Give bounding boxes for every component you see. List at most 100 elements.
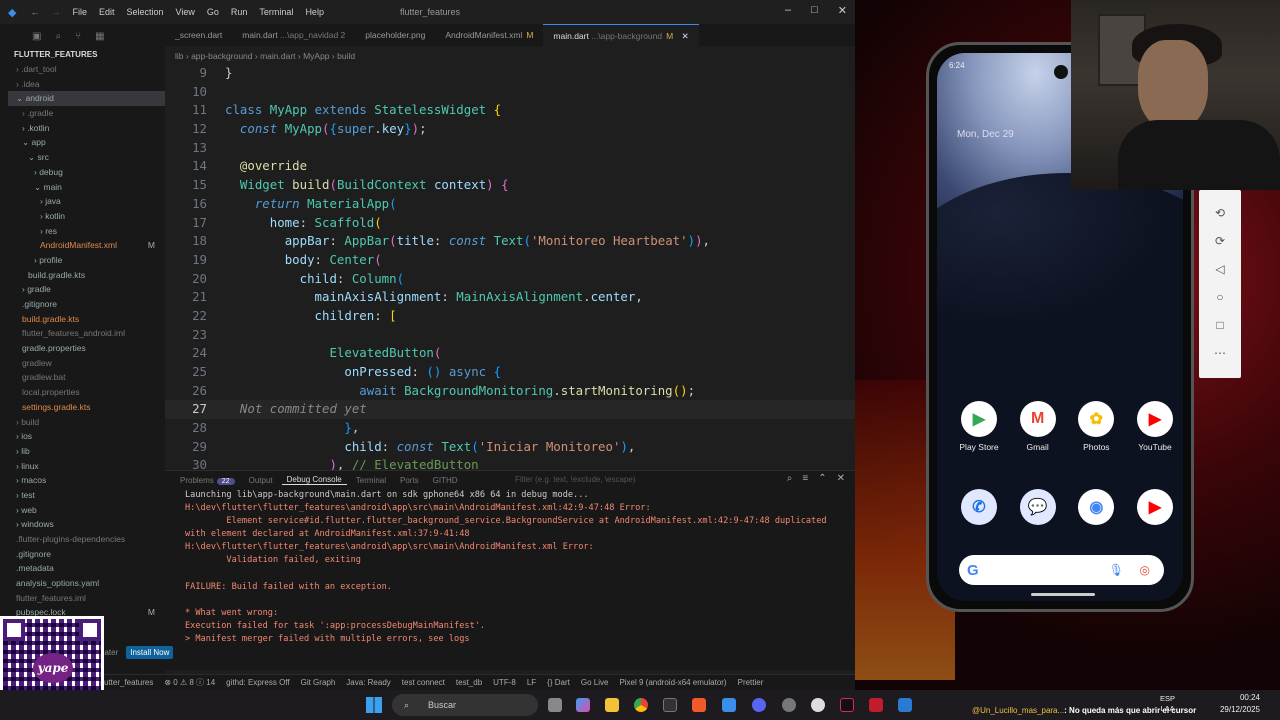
brave-icon[interactable] bbox=[692, 698, 706, 712]
menu-item-edit[interactable]: Edit bbox=[99, 7, 115, 17]
code-line[interactable]: 9} bbox=[165, 64, 855, 83]
tree-item[interactable]: build.gradle.kts bbox=[8, 268, 165, 283]
tree-item[interactable]: gradlew bbox=[8, 356, 165, 371]
breadcrumb-item[interactable]: build bbox=[337, 51, 355, 61]
back-arrow-icon[interactable]: ← bbox=[30, 7, 39, 17]
menu-item-run[interactable]: Run bbox=[231, 7, 248, 17]
panel-tab[interactable]: GITHD bbox=[428, 476, 463, 485]
tree-item[interactable]: ⌄ android bbox=[8, 91, 165, 107]
status-item[interactable]: LF bbox=[527, 678, 536, 687]
windows-start-icon[interactable] bbox=[366, 697, 382, 713]
file-explorer-icon[interactable] bbox=[605, 698, 619, 712]
app-shortcut[interactable]: ✆ bbox=[957, 489, 1001, 530]
tree-item[interactable]: .gitignore bbox=[8, 547, 165, 562]
system-clock[interactable]: 00:24 29/12/2025 bbox=[1220, 692, 1260, 716]
code-line[interactable]: 29 child: const Text('Iniciar Monitoreo'… bbox=[165, 438, 855, 457]
code-line[interactable]: 26 await BackgroundMonitoring.startMonit… bbox=[165, 382, 855, 401]
tree-item[interactable]: gradle.properties bbox=[8, 341, 165, 356]
install-now-button[interactable]: Install Now bbox=[126, 646, 174, 659]
status-item[interactable]: test connect bbox=[402, 678, 445, 687]
vscode-taskbar-icon[interactable] bbox=[722, 698, 736, 712]
explorer-icon[interactable]: ▣ bbox=[32, 31, 41, 42]
status-item[interactable]: githd: Express Off bbox=[226, 678, 289, 687]
app-shortcut[interactable]: ✿ Photos bbox=[1074, 401, 1118, 452]
code-line[interactable]: 14 @override bbox=[165, 157, 855, 176]
console-filter-input[interactable]: Filter (e.g. text, !exclude, \escape) bbox=[515, 475, 636, 484]
find-icon[interactable]: ⌕ bbox=[787, 473, 793, 484]
tree-item[interactable]: › linux bbox=[8, 459, 165, 474]
source-control-icon[interactable]: ⑂ bbox=[75, 31, 81, 42]
app-shortcut[interactable]: ▶ Play Store bbox=[957, 401, 1001, 452]
chrome-taskbar-icon[interactable] bbox=[634, 698, 648, 712]
minimize-icon[interactable]: – bbox=[785, 4, 791, 17]
tree-item[interactable]: › java bbox=[8, 194, 165, 209]
menu-item-file[interactable]: File bbox=[72, 7, 87, 17]
discord-icon[interactable] bbox=[752, 698, 766, 712]
tree-item[interactable]: AndroidManifest.xml M bbox=[8, 238, 165, 253]
code-line[interactable]: 17 home: Scaffold( bbox=[165, 214, 855, 233]
tree-item[interactable]: .gitignore bbox=[8, 297, 165, 312]
tree-item[interactable]: › test bbox=[8, 488, 165, 503]
code-line[interactable]: 24 ElevatedButton( bbox=[165, 344, 855, 363]
tree-item[interactable]: gradlew.bat bbox=[8, 370, 165, 385]
tree-item[interactable]: › .kotlin bbox=[8, 121, 165, 136]
tree-item[interactable]: › .dart_tool bbox=[8, 62, 165, 77]
code-line[interactable]: 20 child: Column( bbox=[165, 270, 855, 289]
breadcrumb-item[interactable]: app-background bbox=[191, 51, 252, 61]
editor-tab[interactable]: AndroidManifest.xml M bbox=[435, 24, 543, 46]
status-item[interactable]: {} Dart bbox=[547, 678, 570, 687]
extensions-icon[interactable]: ▦ bbox=[95, 31, 104, 42]
menu-item-selection[interactable]: Selection bbox=[127, 7, 164, 17]
code-line[interactable]: 11 class MyApp extends StatelessWidget { bbox=[165, 101, 855, 120]
language-indicator[interactable]: ESP LAA bbox=[1160, 694, 1175, 714]
close-icon[interactable]: ✕ bbox=[838, 4, 847, 17]
tiktok-icon[interactable] bbox=[840, 698, 854, 712]
forward-arrow-icon[interactable]: → bbox=[51, 7, 60, 17]
tree-item[interactable]: .flutter-plugins-dependencies bbox=[8, 532, 165, 547]
tree-item[interactable]: ⌄ app bbox=[8, 135, 165, 150]
tree-item[interactable]: › web bbox=[8, 503, 165, 518]
code-line[interactable]: 28 }, bbox=[165, 419, 855, 438]
code-line[interactable]: 25 onPressed: () async { bbox=[165, 363, 855, 382]
tree-item[interactable]: ⌄ src bbox=[8, 150, 165, 165]
code-line[interactable]: 16 return MaterialApp( bbox=[165, 195, 855, 214]
panel-tab[interactable]: Problems 22 bbox=[175, 476, 240, 485]
code-line[interactable]: 22 children: [ bbox=[165, 307, 855, 326]
editor-tab[interactable]: placeholder.png bbox=[355, 24, 435, 46]
app-shortcut[interactable]: ▶ YouTube bbox=[1133, 401, 1177, 452]
lens-icon[interactable]: ◎ bbox=[1140, 563, 1150, 577]
chevron-up-icon[interactable]: ⌃ bbox=[818, 473, 826, 484]
tree-item[interactable]: › res bbox=[8, 224, 165, 239]
tree-item[interactable]: settings.gradle.kts bbox=[8, 400, 165, 415]
vscode-alt-icon[interactable] bbox=[898, 698, 912, 712]
code-line[interactable]: 13 bbox=[165, 139, 855, 158]
panel-tab[interactable]: Debug Console bbox=[281, 475, 347, 485]
taskbar-search[interactable]: ⌕ Buscar bbox=[392, 694, 538, 716]
tree-item[interactable]: › gradle bbox=[8, 282, 165, 297]
tree-item[interactable]: analysis_options.yaml bbox=[8, 576, 165, 591]
search-icon[interactable]: ⌕ bbox=[55, 31, 61, 42]
app-icon[interactable] bbox=[869, 698, 883, 712]
code-line[interactable]: 19 body: Center( bbox=[165, 251, 855, 270]
tree-item[interactable]: build.gradle.kts bbox=[8, 312, 165, 327]
code-line[interactable]: 10 bbox=[165, 83, 855, 102]
home-indicator[interactable] bbox=[1031, 593, 1095, 596]
editor-tab[interactable]: main.dart ...\app-background M ✕ bbox=[543, 24, 699, 46]
app-shortcut[interactable]: ◉ bbox=[1074, 489, 1118, 530]
tab-close-icon[interactable]: ✕ bbox=[679, 31, 689, 41]
tree-item[interactable]: › windows bbox=[8, 517, 165, 532]
breadcrumb-item[interactable]: main.dart bbox=[260, 51, 295, 61]
settings-icon[interactable] bbox=[782, 698, 796, 712]
tree-item[interactable]: › kotlin bbox=[8, 209, 165, 224]
rotate-left-icon[interactable]: ⟲ bbox=[1215, 206, 1225, 220]
copilot-icon[interactable] bbox=[576, 698, 590, 712]
tree-item[interactable]: .metadata bbox=[8, 561, 165, 576]
status-item[interactable]: Pixel 9 (android-x64 emulator) bbox=[619, 678, 726, 687]
status-item[interactable]: flutter_features bbox=[100, 678, 153, 687]
code-line[interactable]: 27 Not committed yet bbox=[165, 400, 855, 420]
status-item[interactable]: UTF-8 bbox=[493, 678, 516, 687]
tree-item[interactable]: ⌄ main bbox=[8, 180, 165, 195]
code-line[interactable]: 12 const MyApp({super.key}); bbox=[165, 120, 855, 139]
app-shortcut[interactable]: M Gmail bbox=[1016, 401, 1060, 452]
tree-item[interactable]: › .idea bbox=[8, 77, 165, 92]
